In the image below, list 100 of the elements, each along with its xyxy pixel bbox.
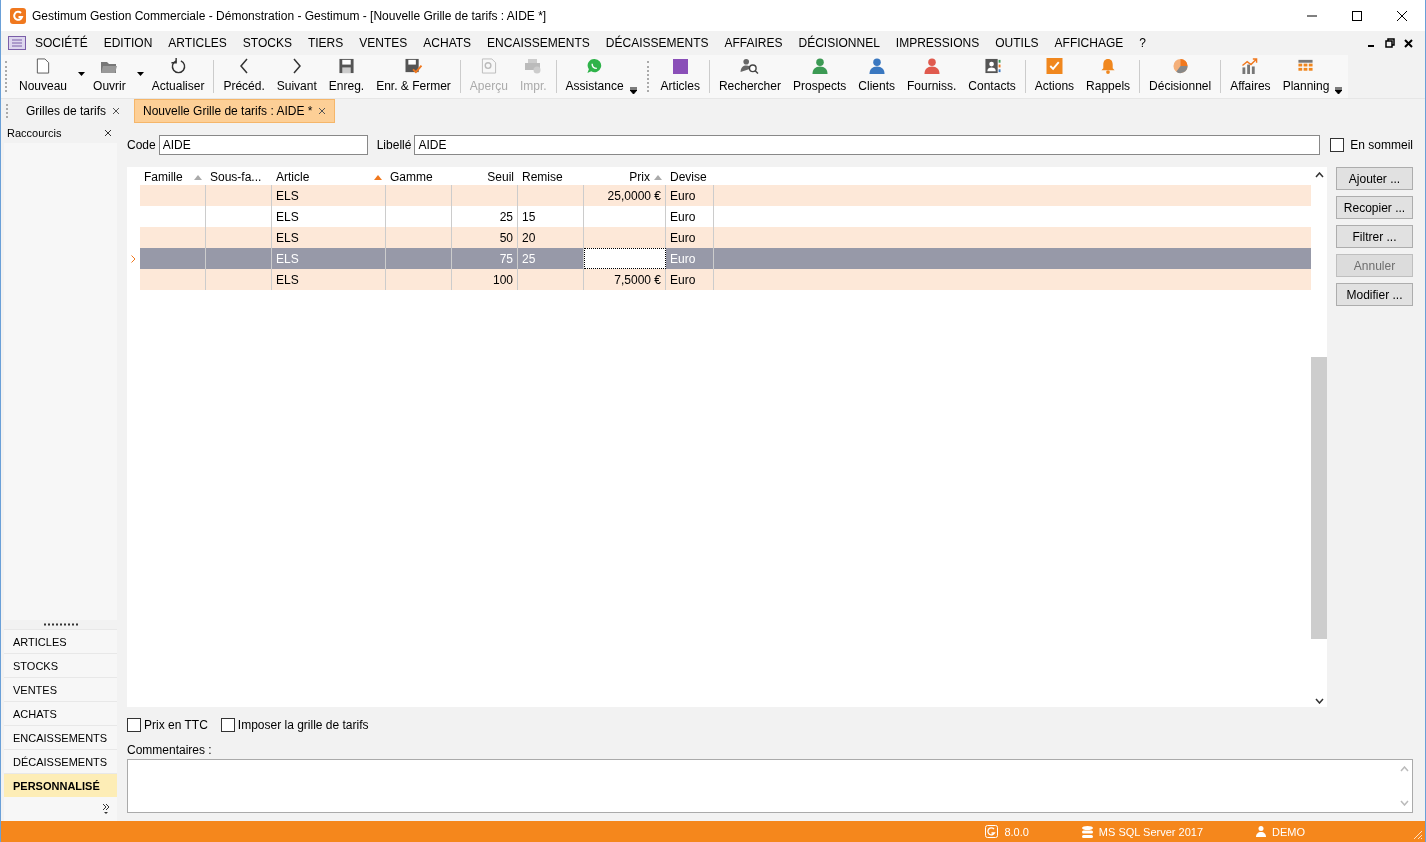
resize-grip-icon[interactable] bbox=[1411, 828, 1423, 840]
libelle-field[interactable]: AIDE bbox=[414, 135, 1321, 155]
menu-item[interactable]: STOCKS bbox=[234, 36, 300, 50]
action-button[interactable]: Ajouter ... bbox=[1336, 167, 1413, 190]
close-icon[interactable] bbox=[1404, 38, 1413, 48]
toolbar-button[interactable]: Précéd. bbox=[217, 55, 271, 98]
menu-item[interactable]: EDITION bbox=[95, 36, 161, 50]
toolbar-button[interactable]: Articles bbox=[654, 55, 706, 98]
toolbar-button[interactable]: Actualiser bbox=[145, 55, 211, 98]
scrollbar-thumb[interactable] bbox=[1311, 357, 1327, 639]
cell-editor[interactable] bbox=[584, 248, 666, 269]
close-icon[interactable] bbox=[104, 129, 112, 137]
toolbar-button[interactable]: Suivant bbox=[270, 55, 323, 98]
column-header[interactable]: Prix bbox=[584, 167, 666, 185]
current-row-icon bbox=[131, 254, 136, 263]
toolbar-overflow-icon[interactable] bbox=[629, 87, 637, 94]
menu-item[interactable]: DÉCAISSEMENTS bbox=[597, 36, 717, 50]
scroll-down-icon[interactable] bbox=[1314, 698, 1324, 704]
toolbar-button[interactable]: Actions bbox=[1028, 55, 1081, 98]
bar-chart-icon bbox=[1241, 58, 1260, 74]
column-header[interactable]: Seuil bbox=[452, 167, 518, 185]
chevron-double-right-icon[interactable] bbox=[102, 803, 110, 815]
sidebar-item[interactable]: ACHATS bbox=[4, 701, 117, 725]
menu-item[interactable]: ENCAISSEMENTS bbox=[479, 36, 598, 50]
checkbox-label: En sommeil bbox=[1350, 138, 1413, 152]
toolbar-button[interactable]: Décisionnel bbox=[1143, 55, 1218, 98]
menu-item[interactable]: AFFAIRES bbox=[716, 36, 791, 50]
toolbar-grip[interactable] bbox=[646, 61, 651, 92]
table-row[interactable]: ELS 25,0000 € Euro bbox=[140, 185, 1311, 206]
toolbar-button[interactable]: Assistance bbox=[559, 55, 630, 98]
sidebar-item[interactable]: ARTICLES bbox=[4, 629, 117, 653]
toolbar-grip[interactable] bbox=[5, 61, 9, 92]
menu-item[interactable]: DÉCISIONNEL bbox=[790, 36, 888, 50]
column-header[interactable]: Devise bbox=[666, 167, 714, 185]
comments-label: Commentaires : bbox=[127, 743, 213, 757]
table-row[interactable]: ELS 100 7,5000 € Euro bbox=[140, 269, 1311, 290]
toolbar-button[interactable]: Contacts bbox=[962, 55, 1022, 98]
menu-item[interactable]: TIERS bbox=[299, 36, 352, 50]
document-tab[interactable]: Grilles de tarifs bbox=[18, 100, 129, 122]
column-header[interactable]: Remise bbox=[518, 167, 584, 185]
checkbox-label: Prix en TTC bbox=[144, 718, 208, 732]
sidebar-item[interactable]: VENTES bbox=[4, 677, 117, 701]
table-row[interactable]: ELS 50 20 Euro bbox=[140, 227, 1311, 248]
scroll-up-icon[interactable] bbox=[1314, 172, 1324, 178]
sidebar-item[interactable]: PERSONNALISÉ bbox=[4, 773, 117, 797]
document-icon bbox=[36, 58, 50, 74]
close-icon[interactable] bbox=[1396, 9, 1408, 22]
checkbox[interactable] bbox=[127, 718, 141, 732]
toolbar-button[interactable]: Fourniss. bbox=[901, 55, 963, 98]
close-icon[interactable] bbox=[112, 107, 121, 115]
toolbar-button[interactable]: Planning bbox=[1276, 55, 1336, 98]
toolbar-button[interactable]: Enreg. bbox=[322, 55, 371, 98]
sidebar-item[interactable]: DÉCAISSEMENTS bbox=[4, 749, 117, 773]
toolbar-button[interactable]: Rechercher bbox=[712, 55, 787, 98]
app-logo-icon bbox=[10, 7, 26, 24]
checkbox-label: Imposer la grille de tarifs bbox=[237, 718, 369, 732]
database-icon bbox=[1081, 825, 1093, 838]
checkbox[interactable] bbox=[220, 718, 235, 732]
column-header[interactable]: Gamme bbox=[386, 167, 452, 185]
checkbox[interactable] bbox=[1330, 138, 1345, 152]
menu-item[interactable]: ACHATS bbox=[415, 36, 480, 50]
sidebar-item[interactable]: ENCAISSEMENTS bbox=[4, 725, 117, 749]
menu-item[interactable]: ? bbox=[1131, 36, 1154, 50]
menu-item[interactable]: VENTES bbox=[351, 36, 416, 50]
document-tab[interactable]: Nouvelle Grille de tarifs : AIDE * bbox=[134, 99, 336, 123]
table-cell: 7,5000 € bbox=[584, 269, 666, 290]
column-header[interactable]: Famille bbox=[140, 167, 206, 185]
menu-item[interactable]: IMPRESSIONS bbox=[887, 36, 988, 50]
toolbar-overflow-icon[interactable] bbox=[1335, 87, 1343, 94]
toolbar-button[interactable]: Affaires bbox=[1224, 55, 1277, 98]
splitter-grip-icon[interactable] bbox=[43, 623, 78, 626]
menu-item[interactable]: OUTILS bbox=[987, 36, 1047, 50]
column-header[interactable]: Article bbox=[272, 167, 386, 185]
toolbar-button[interactable]: Prospects bbox=[786, 55, 853, 98]
refresh-icon bbox=[169, 58, 187, 74]
restore-icon[interactable] bbox=[1385, 38, 1395, 48]
sidebar-item[interactable]: STOCKS bbox=[4, 653, 117, 677]
menu-item[interactable]: ARTICLES bbox=[160, 36, 235, 50]
toolbar-button[interactable]: Ouvrir bbox=[87, 55, 146, 98]
save-check-icon bbox=[404, 58, 423, 74]
menu-item[interactable]: SOCIÉTÉ bbox=[27, 36, 96, 50]
window-title: Gestimum Gestion Commerciale - Démonstration - Gestimum - [Nouvelle Grille de tarifs : AIDE *] bbox=[32, 8, 547, 23]
action-button[interactable]: Filtrer ... bbox=[1336, 225, 1413, 248]
menu-item[interactable]: AFFICHAGE bbox=[1046, 36, 1132, 50]
toolbar-button[interactable]: Clients bbox=[852, 55, 901, 98]
action-button[interactable]: Recopier ... bbox=[1336, 196, 1413, 219]
column-header[interactable]: Sous-fa... bbox=[206, 167, 272, 185]
table-cell: ELS bbox=[272, 269, 386, 290]
action-button[interactable]: Modifier ... bbox=[1336, 283, 1413, 306]
libelle-label: Libellé bbox=[376, 138, 412, 152]
pie-chart-icon bbox=[1171, 58, 1189, 74]
version-text: 8.0.0 bbox=[1004, 825, 1029, 838]
menu-app-icon[interactable] bbox=[8, 36, 26, 50]
code-field[interactable]: AIDE bbox=[158, 135, 368, 155]
maximize-icon[interactable] bbox=[1351, 9, 1363, 22]
toolbar-button[interactable]: Rappels bbox=[1080, 55, 1137, 98]
table-cell: ELS bbox=[272, 185, 386, 206]
user-text: DEMO bbox=[1272, 825, 1305, 838]
toolbar-button[interactable]: Enr. & Fermer bbox=[370, 55, 457, 98]
toolbar-button[interactable]: Nouveau bbox=[13, 55, 88, 98]
